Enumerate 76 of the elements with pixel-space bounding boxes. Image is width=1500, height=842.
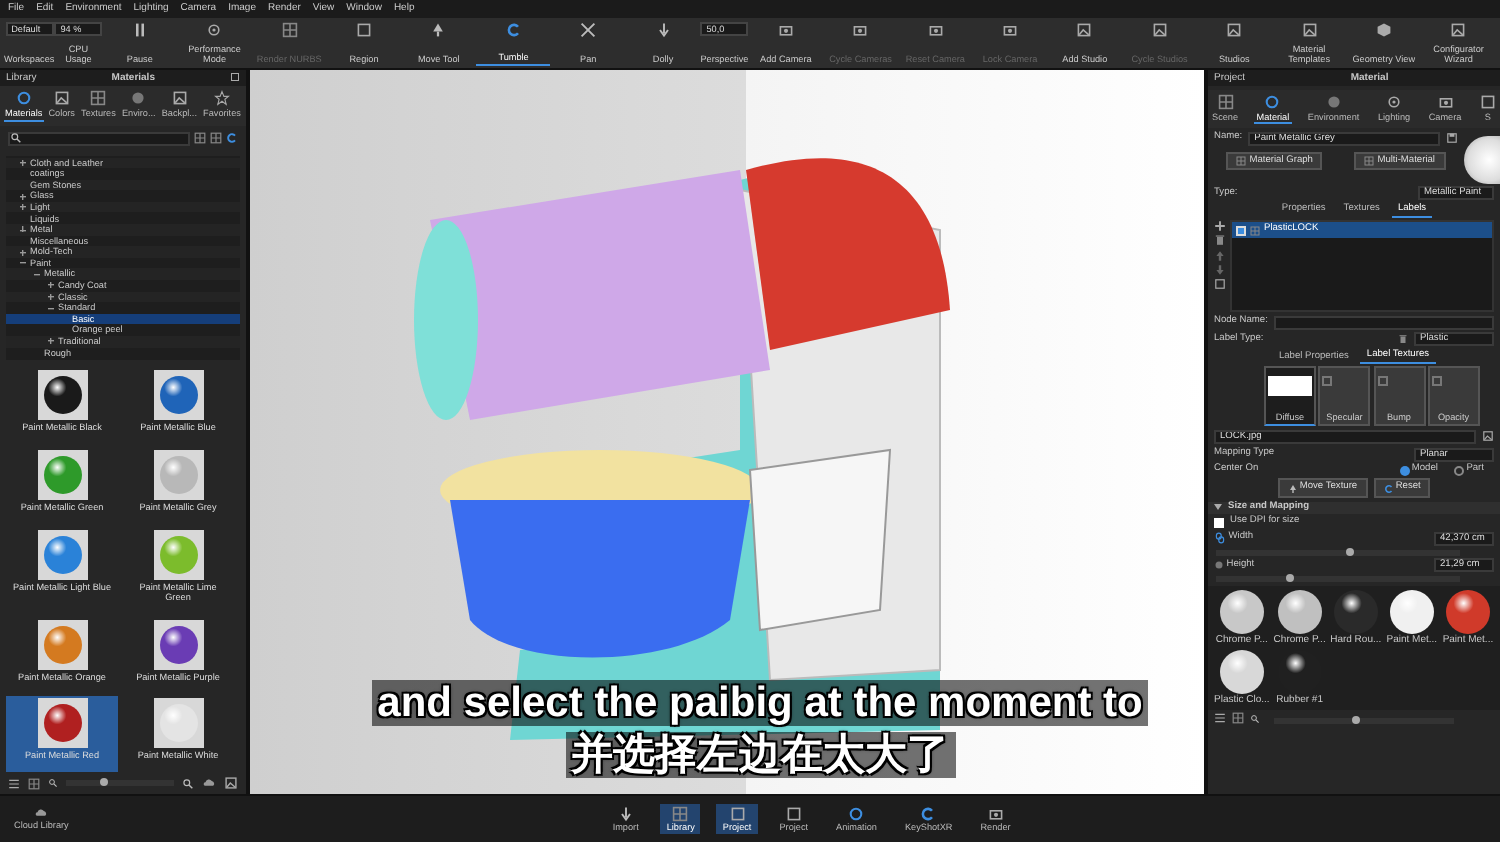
clock-icon (848, 805, 865, 822)
material-sphere[interactable] (1389, 589, 1434, 634)
zoom-icon[interactable] (1250, 713, 1260, 724)
material-sphere[interactable] (1445, 589, 1490, 634)
circle-icon (15, 90, 32, 106)
window-icon (229, 72, 240, 82)
cube-icon (1375, 22, 1392, 38)
arrow-icon (430, 22, 447, 38)
camera-icon (852, 22, 869, 38)
gear-icon (206, 22, 223, 38)
node-icon (1236, 156, 1247, 167)
collapse-icon[interactable] (46, 305, 54, 312)
list-view-icon[interactable] (8, 777, 20, 789)
pause-icon (131, 22, 148, 38)
frame-icon (356, 22, 373, 38)
slider-thumb[interactable] (99, 778, 108, 786)
slider-thumb[interactable] (1285, 574, 1294, 583)
grid-view-icon[interactable] (1232, 712, 1244, 725)
trash-icon[interactable] (1214, 234, 1226, 247)
duplicate-icon[interactable] (1214, 278, 1226, 291)
search-icon (10, 132, 22, 144)
material-sphere[interactable] (1219, 589, 1264, 634)
node-icon (1364, 156, 1375, 167)
move-icon (1287, 483, 1298, 494)
grid-icon (1217, 93, 1234, 110)
grid-icon[interactable] (194, 132, 206, 144)
zoom-in-icon[interactable] (182, 777, 194, 789)
material-preview (1464, 135, 1500, 184)
picture-icon (1450, 22, 1467, 38)
sphere-icon (130, 90, 147, 106)
grid-icon (281, 22, 298, 38)
material-sphere[interactable] (1219, 649, 1264, 694)
import-icon (617, 805, 634, 822)
camera-icon (777, 22, 794, 38)
camera-icon (987, 805, 1004, 822)
grid-icon (90, 90, 107, 106)
radio-icon[interactable] (1214, 560, 1224, 571)
camera-icon (927, 22, 944, 38)
link-icon[interactable] (1214, 532, 1226, 544)
down-arrow-icon[interactable] (1214, 263, 1226, 276)
cloud-icon[interactable] (202, 776, 216, 790)
render-viewport[interactable] (250, 70, 1204, 794)
node-name-field[interactable] (1273, 315, 1494, 330)
slider-thumb[interactable] (1351, 715, 1359, 724)
rotate-icon (505, 22, 522, 38)
cross-arrows-icon (580, 22, 597, 38)
picture-icon (1301, 22, 1318, 38)
list-view-icon[interactable] (1214, 712, 1226, 725)
rotate-icon (920, 805, 937, 822)
add-icon[interactable] (1214, 220, 1226, 233)
grid-icon[interactable] (210, 132, 222, 144)
refresh-icon[interactable] (226, 132, 238, 144)
circle-icon (1264, 93, 1281, 110)
reset-icon (1383, 483, 1394, 494)
grid-view-icon[interactable] (28, 777, 40, 789)
zoom-out-icon[interactable] (48, 778, 58, 788)
picture-icon (1151, 22, 1168, 38)
picture-icon (1076, 22, 1093, 38)
label-icon (1250, 225, 1260, 236)
camera-icon (1437, 93, 1453, 110)
star-icon (213, 90, 230, 106)
material-sphere[interactable] (1277, 589, 1322, 634)
frame-icon (1479, 93, 1496, 110)
label-checkbox[interactable] (1236, 225, 1246, 236)
save-icon[interactable] (1446, 132, 1458, 145)
slider-thumb[interactable] (1346, 547, 1355, 555)
up-arrow-icon[interactable] (1214, 249, 1226, 262)
cloud-icon (34, 806, 49, 821)
material-sphere[interactable] (1333, 589, 1378, 634)
sphere-icon (1325, 93, 1342, 110)
picture-icon (1226, 22, 1243, 38)
picture-icon (171, 90, 188, 106)
camera-icon (1002, 22, 1019, 38)
down-arrow-icon (655, 22, 672, 38)
search-field[interactable] (8, 131, 190, 145)
trash-icon[interactable] (1398, 334, 1408, 345)
